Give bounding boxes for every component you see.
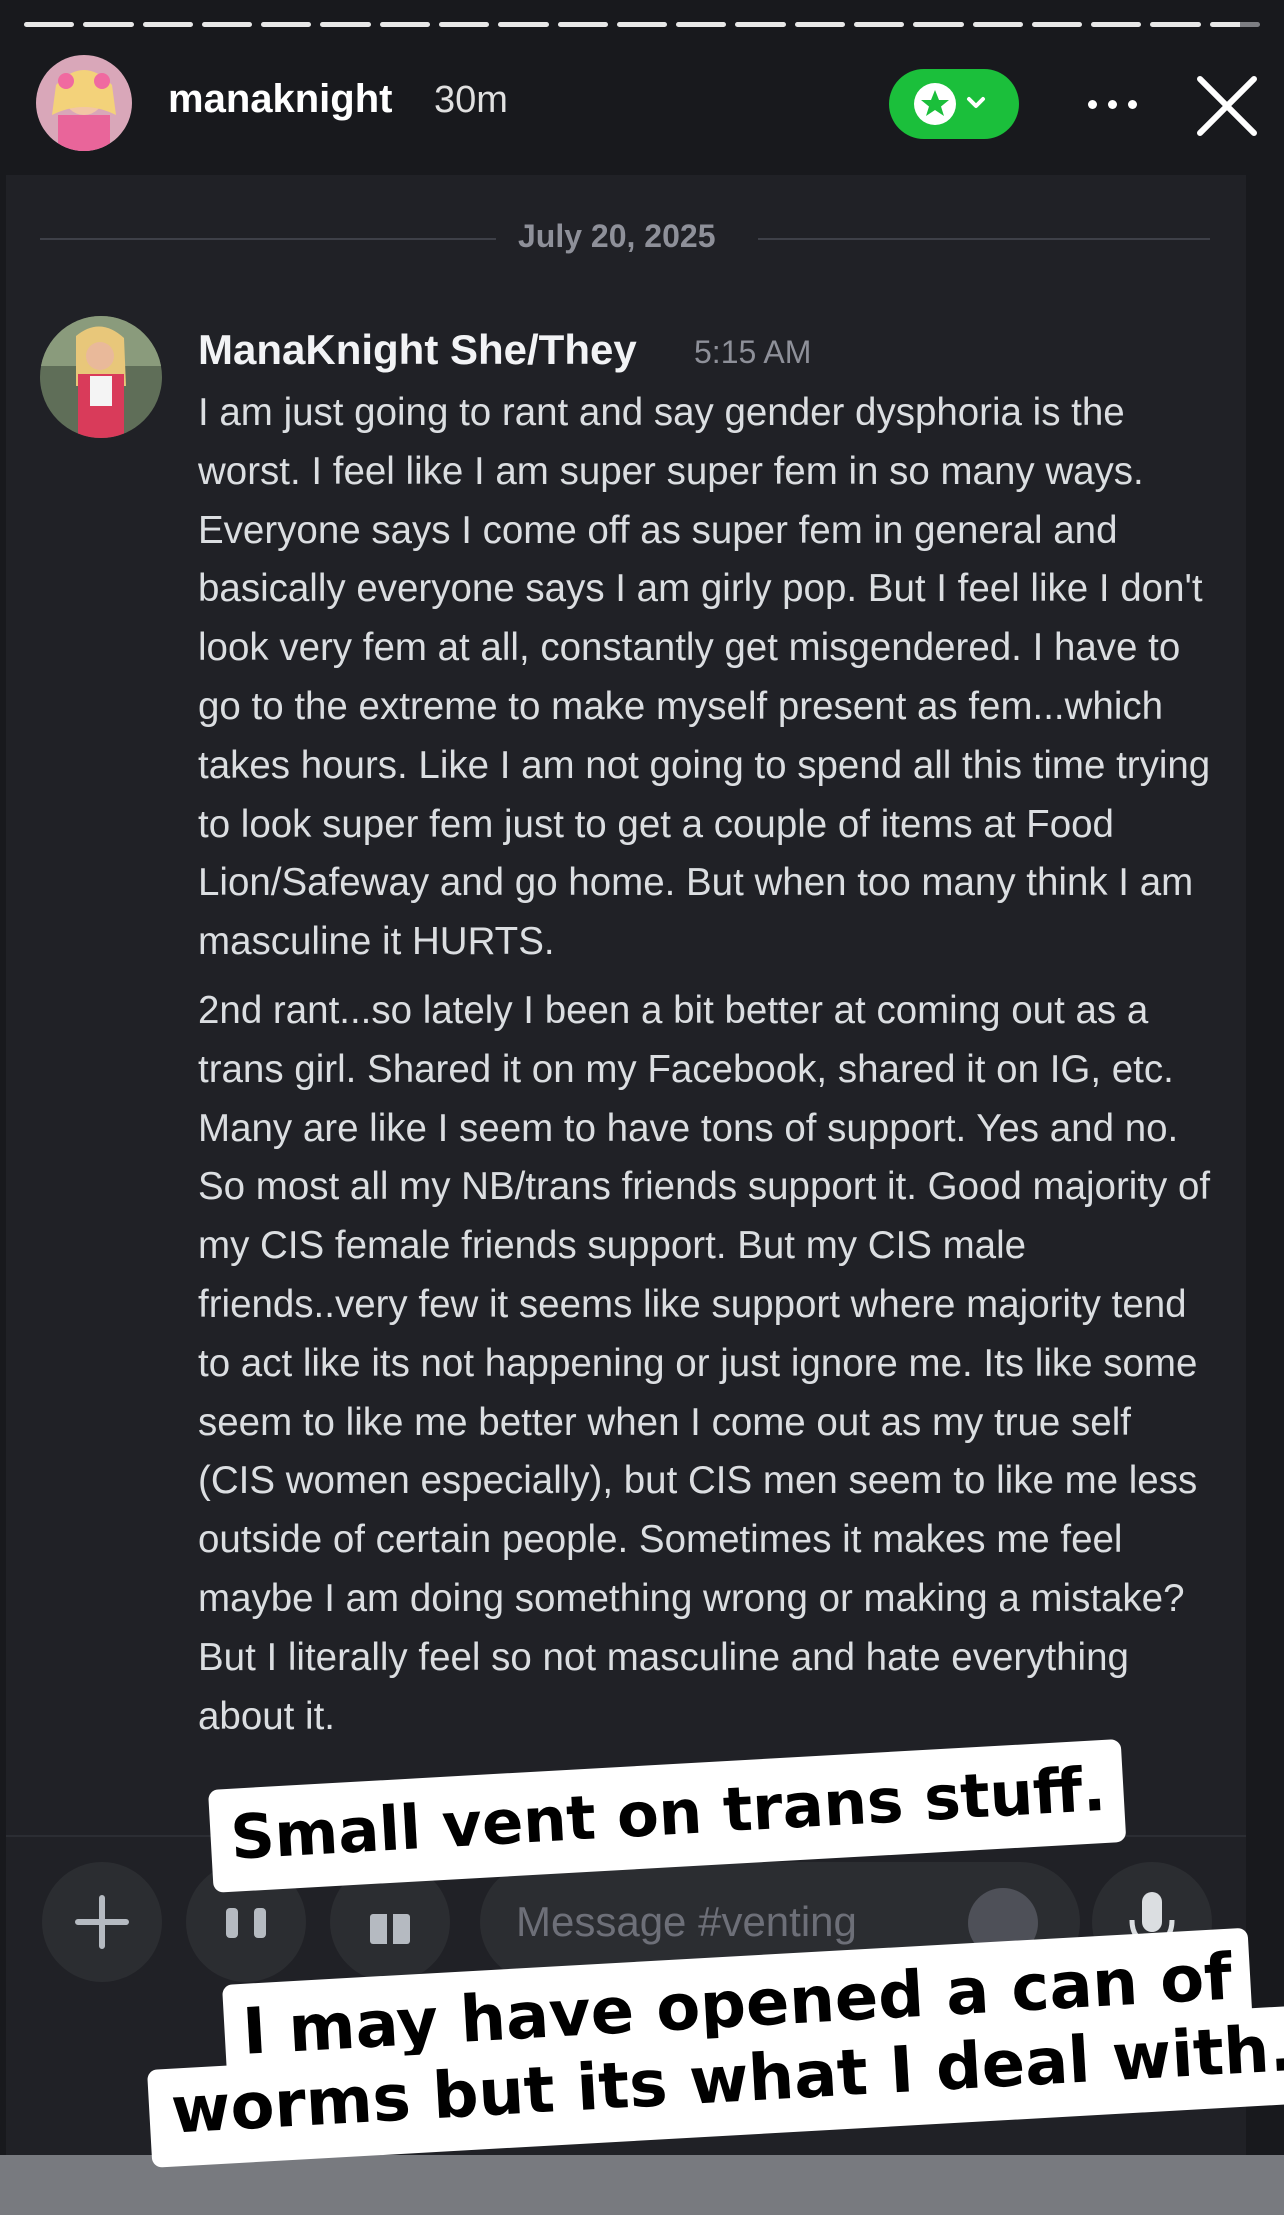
date-divider-label: July 20, 2025 [518,218,716,254]
progress-segment [379,22,430,27]
progress-segment [498,22,549,27]
progress-segment [438,22,490,27]
progress-segment [972,22,1023,27]
divider-line-right [758,238,1210,240]
story-viewer: manaknight 30m July 20, 2025 ManaKnight … [0,0,1284,2215]
story-time: 30m [434,79,508,121]
progress-segment [557,22,608,27]
story-header: manaknight 30m [36,55,1257,155]
message-paragraph: 2nd rant...so lately I been a bit better… [198,988,1211,1738]
close-icon[interactable] [1192,71,1262,141]
progress-segment [201,22,253,27]
progress-segment [1031,22,1083,27]
progress-segment [1209,22,1260,27]
progress-segment [913,22,964,27]
chevron-down-icon [967,97,985,108]
message-input-placeholder: Message #venting [516,1898,857,1945]
progress-segment [320,22,371,27]
progress-segment [794,22,845,27]
progress-segment [83,22,134,27]
avatar-image [40,316,162,438]
author-avatar[interactable] [40,316,162,438]
progress-segment [616,22,668,27]
progress-segment [261,22,312,27]
avatar-image [36,55,132,151]
star-icon [914,83,956,125]
message-author[interactable]: ManaKnight She/They [198,326,637,374]
plus-icon[interactable] [42,1862,162,1982]
divider-line-left [40,238,496,240]
message-paragraph: I am just going to rant and say gender d… [198,391,1211,964]
message-body: I am just going to rant and say gender d… [198,384,1218,1756]
progress-segment [853,22,905,27]
story-progress-bar [24,22,1260,27]
progress-segment [676,22,727,27]
progress-segment [1091,22,1142,27]
close-friends-badge[interactable] [889,69,1019,139]
progress-segment [142,22,193,27]
progress-segment [735,22,786,27]
message-timestamp: 5:15 AM [694,334,812,370]
more-icon[interactable] [1084,95,1144,115]
progress-segment [24,22,75,27]
date-divider: July 20, 2025 [40,218,1210,258]
story-avatar[interactable] [36,55,132,151]
story-username[interactable]: manaknight [168,77,392,122]
progress-segment [1150,22,1201,27]
